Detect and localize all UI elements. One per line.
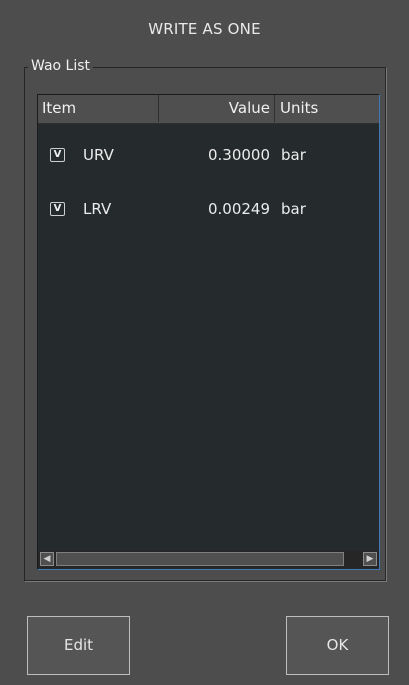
dialog-title: WRITE AS ONE (148, 20, 261, 38)
ok-button[interactable]: OK (286, 616, 389, 675)
column-header-value[interactable]: Value (159, 95, 275, 122)
column-header-item[interactable]: Item (38, 95, 159, 122)
list-row-urv[interactable]: V URV 0.30000 bar (38, 141, 379, 169)
column-header-units[interactable]: Units (275, 95, 379, 122)
item-units: bar (281, 146, 306, 164)
list-row-lrv[interactable]: V LRV 0.00249 bar (38, 195, 379, 223)
item-value: 0.30000 (207, 146, 270, 164)
checkbox-urv[interactable]: V (50, 148, 65, 162)
scroll-right-arrow-icon[interactable]: ▶ (363, 552, 377, 566)
horizontal-scrollbar[interactable]: ◀ ▶ (38, 551, 379, 568)
item-name: URV (83, 146, 114, 164)
item-value: 0.00249 (207, 200, 270, 218)
wao-list-label: Wao List (28, 58, 94, 74)
list-header: Item Value Units (38, 95, 379, 124)
edit-button[interactable]: Edit (27, 616, 130, 675)
item-units: bar (281, 200, 306, 218)
scroll-thumb[interactable] (56, 552, 344, 566)
wao-list-view[interactable]: Item Value Units V URV 0.30000 bar V LRV… (37, 94, 380, 570)
item-name: LRV (83, 200, 112, 218)
scroll-left-arrow-icon[interactable]: ◀ (40, 552, 54, 566)
checkbox-lrv[interactable]: V (50, 202, 65, 216)
